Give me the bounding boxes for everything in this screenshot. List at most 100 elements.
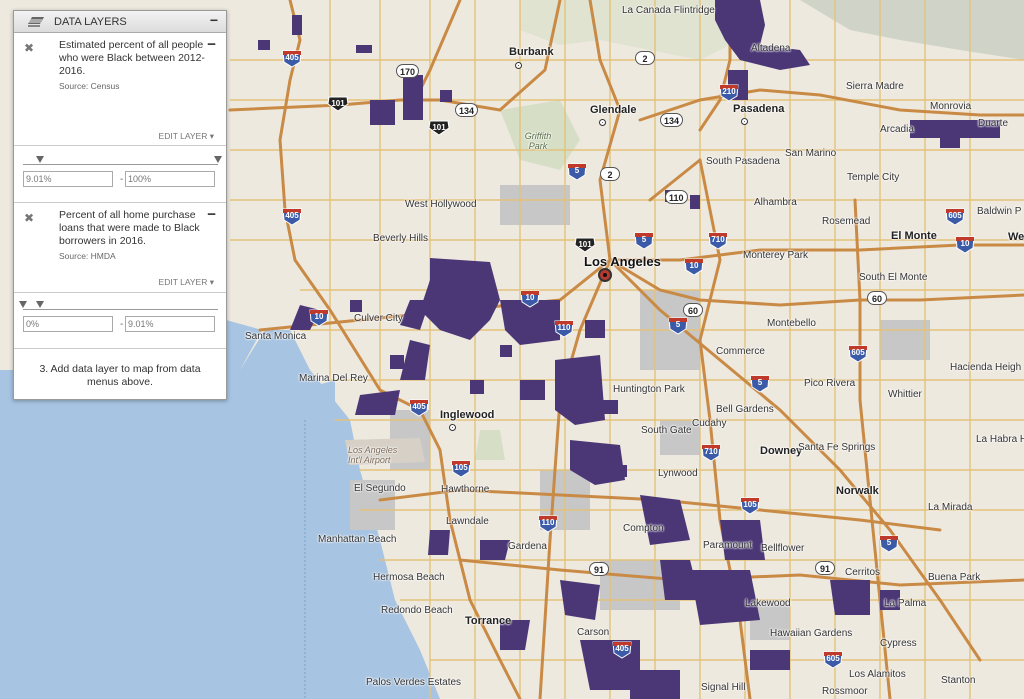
- place-label: Huntington Park: [613, 384, 685, 395]
- layers-icon: [28, 17, 44, 27]
- range-min-handle[interactable]: [19, 301, 27, 308]
- interstate-shield: 405: [409, 399, 429, 417]
- place-label: Monrovia: [930, 101, 972, 112]
- place-label: Hawthorne: [441, 484, 490, 495]
- place-label: Bell Gardens: [716, 404, 774, 415]
- layer-1-range: -: [14, 146, 226, 203]
- place-label: South El Monte: [859, 272, 928, 283]
- place-label: La Habra Heigh: [976, 434, 1024, 445]
- city-dot: [515, 62, 522, 69]
- place-label: Hawaiian Gardens: [770, 628, 853, 639]
- interstate-shield: 710: [701, 444, 721, 462]
- add-layer-message: 3. Add data layer to map from data menus…: [39, 363, 201, 388]
- city-dot: [741, 118, 748, 125]
- state-route-marker: 91: [589, 562, 609, 576]
- place-label: Rossmoor: [822, 686, 868, 697]
- city-dot: [449, 424, 456, 431]
- data-layer-2: ✖ − Percent of all home purchase loans t…: [14, 203, 226, 293]
- remove-layer-icon[interactable]: ✖: [24, 211, 34, 225]
- marina: [318, 380, 335, 425]
- interstate-shield: 110: [554, 320, 574, 338]
- collapse-panel-button[interactable]: −: [210, 12, 218, 28]
- edit-layer-button[interactable]: EDIT LAYER ▾: [159, 277, 214, 288]
- range-track: [23, 164, 218, 165]
- place-label: Norwalk: [836, 485, 879, 497]
- place-label: Altadena: [751, 43, 791, 54]
- range-max-input[interactable]: [125, 171, 215, 187]
- place-label: Lakewood: [745, 598, 791, 609]
- state-route-marker: 91: [815, 561, 835, 575]
- us-route-shield: 101: [428, 120, 450, 136]
- state-route-marker: 134: [455, 103, 479, 117]
- place-label: Arcadia: [880, 124, 914, 135]
- place-label: Hermosa Beach: [373, 572, 445, 583]
- place-label: Temple City: [847, 172, 900, 183]
- city-center-marker: [598, 268, 612, 282]
- place-label: Duarte: [978, 118, 1009, 129]
- interstate-shield: 605: [848, 345, 868, 363]
- place-label: Gardena: [508, 541, 547, 552]
- place-label: Signal Hill: [701, 682, 746, 693]
- range-max-handle[interactable]: [214, 156, 222, 163]
- state-route-marker: 134: [660, 113, 684, 127]
- place-label: Pico Rivera: [804, 378, 856, 389]
- interstate-shield: 710: [708, 232, 728, 250]
- place-label: Glendale: [590, 104, 637, 116]
- state-route-marker: 60: [683, 303, 703, 317]
- interstate-shield: 405: [282, 208, 302, 226]
- place-label: West Hollywood: [405, 199, 477, 210]
- data-layers-panel: DATA LAYERS − ✖ − Estimated percent of a…: [13, 10, 227, 400]
- place-label: Culver City: [354, 313, 403, 324]
- layer-source: Source: Census: [59, 81, 120, 91]
- layer-description: Percent of all home purchase loans that …: [59, 209, 200, 247]
- range-separator: -: [120, 319, 124, 330]
- place-label: Lynwood: [658, 468, 698, 479]
- data-layer-1: ✖ − Estimated percent of all people who …: [14, 33, 226, 146]
- place-label: Alhambra: [754, 197, 797, 208]
- interstate-shield: 210: [719, 84, 739, 102]
- place-label: Buena Park: [928, 572, 981, 583]
- state-route-marker: 2: [600, 167, 620, 181]
- interstate-shield: 10: [955, 236, 975, 254]
- place-label: Cerritos: [845, 567, 881, 578]
- range-min-handle[interactable]: [36, 156, 44, 163]
- interstate-shield: 10: [520, 290, 540, 308]
- range-separator: -: [120, 174, 124, 185]
- layer-2-range: -: [14, 293, 226, 349]
- interstate-shield: 105: [451, 460, 471, 478]
- interstate-shield: 605: [823, 651, 843, 669]
- collapse-layer-button[interactable]: −: [207, 36, 216, 53]
- place-label: La Palma: [884, 598, 927, 609]
- place-label: El Segundo: [354, 483, 406, 494]
- interstate-shield: 5: [750, 375, 770, 393]
- range-track: [23, 309, 218, 310]
- range-max-handle[interactable]: [36, 301, 44, 308]
- remove-layer-icon[interactable]: ✖: [24, 41, 34, 55]
- place-label: Monterey Park: [743, 250, 809, 261]
- place-label: Bellflower: [761, 543, 805, 554]
- edit-layer-button[interactable]: EDIT LAYER ▾: [159, 131, 214, 142]
- us-route-shield: 101: [574, 237, 596, 253]
- range-min-input[interactable]: [23, 171, 113, 187]
- state-route-marker: 110: [665, 190, 688, 204]
- place-label: Rosemead: [822, 216, 871, 227]
- place-label: Compton: [623, 523, 664, 534]
- panel-header[interactable]: DATA LAYERS −: [14, 11, 226, 33]
- place-label: We: [1008, 231, 1024, 243]
- place-label: San Marino: [785, 148, 837, 159]
- place-label: El Monte: [891, 230, 937, 242]
- range-max-input[interactable]: [125, 316, 215, 332]
- range-min-input[interactable]: [23, 316, 113, 332]
- state-route-marker: 60: [867, 291, 887, 305]
- place-label: Redondo Beach: [381, 605, 453, 616]
- place-label: La Canada Flintridge: [622, 5, 715, 16]
- city-dot: [599, 119, 606, 126]
- place-label: Baldwin P: [977, 206, 1022, 217]
- collapse-layer-button[interactable]: −: [207, 206, 216, 223]
- place-label: South Gate: [641, 425, 692, 436]
- place-label: La Mirada: [928, 502, 973, 513]
- place-label: Commerce: [716, 346, 765, 357]
- interstate-shield: 605: [945, 208, 965, 226]
- place-label: Santa Monica: [245, 331, 307, 342]
- place-label: Santa Fe Springs: [798, 442, 876, 453]
